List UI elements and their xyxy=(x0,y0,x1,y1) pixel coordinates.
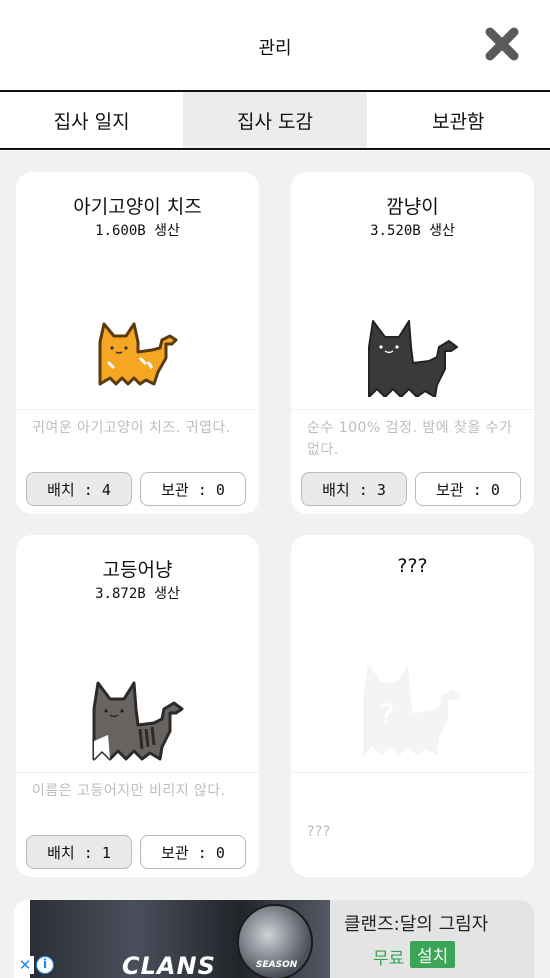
page-title: 관리 xyxy=(258,38,292,59)
app-icon-label: SEASON xyxy=(256,960,298,970)
ad-price: 무료 xyxy=(373,949,405,969)
svg-text:?: ? xyxy=(379,697,394,731)
ad-banner-title: CLANS xyxy=(122,952,216,978)
header: 관리 xyxy=(0,0,550,92)
ad-info-icon[interactable]: i xyxy=(36,956,54,974)
card-grid: 아기고양이 치즈 1.600B 생산 귀여운 아기고양이 치즈. 귀엽다. 배치… xyxy=(0,151,550,978)
close-icon xyxy=(485,27,519,61)
cat-name: ??? xyxy=(397,555,428,577)
cat-production: 1.600B 생산 xyxy=(95,223,180,239)
cat-name: 아기고양이 치즈 xyxy=(73,196,202,218)
cat-card: 깜냥이 3.520B 생산 순수 100% 검정. 밤에 찾을 수가 없다. 배… xyxy=(291,172,534,514)
ad-image: CLANS SEASON xyxy=(30,900,330,978)
store-button[interactable]: 보관 : 0 xyxy=(415,472,521,506)
orange-cat-icon xyxy=(98,322,178,386)
tab-storage[interactable]: 보관함 xyxy=(367,92,550,148)
close-button[interactable] xyxy=(484,26,520,62)
cat-production: 3.520B 생산 xyxy=(370,223,455,239)
deploy-button[interactable]: 배치 : 1 xyxy=(26,835,132,869)
cat-name: 깜냥이 xyxy=(386,196,439,218)
tab-bar: 집사 일지 집사 도감 보관함 xyxy=(0,92,550,150)
store-button[interactable]: 보관 : 0 xyxy=(140,472,246,506)
cat-description: 순수 100% 검정. 밤에 찾을 수가 없다. xyxy=(307,420,513,458)
tab-butler-diary[interactable]: 집사 일지 xyxy=(0,92,183,148)
install-button[interactable]: 설치 xyxy=(410,941,456,968)
store-button[interactable]: 보관 : 0 xyxy=(140,835,246,869)
cat-production: 3.872B 생산 xyxy=(95,586,180,602)
unknown-cat-icon: ? xyxy=(363,664,462,756)
locked-cat-card: ??? ? ??? xyxy=(291,535,534,877)
cat-description: ??? xyxy=(307,824,331,840)
cat-name: 고등어냥 xyxy=(102,559,173,581)
tab-butler-encyclopedia[interactable]: 집사 도감 xyxy=(183,92,367,148)
cat-description: 귀여운 아기고양이 치즈. 귀엽다. xyxy=(32,420,231,436)
deploy-button[interactable]: 배치 : 4 xyxy=(26,472,132,506)
ad-close-icon[interactable]: ✕ xyxy=(16,956,34,974)
black-cat-icon xyxy=(368,320,458,397)
cat-card: 아기고양이 치즈 1.600B 생산 귀여운 아기고양이 치즈. 귀엽다. 배치… xyxy=(16,172,259,514)
cat-card: 고등어냥 3.872B 생산 이름은 고등어지만 비리지 않다. 배치 : 1 … xyxy=(16,535,259,877)
tabby-cat-icon xyxy=(92,681,184,761)
cat-description: 이름은 고등어지만 비리지 않다. xyxy=(32,783,226,799)
deploy-button[interactable]: 배치 : 3 xyxy=(301,472,407,506)
ad-banner[interactable]: CLANS SEASON 클랜즈:달의 그림자 무료 설치 ✕ i xyxy=(14,900,534,978)
ad-app-name: 클랜즈:달의 그림자 xyxy=(344,914,489,935)
